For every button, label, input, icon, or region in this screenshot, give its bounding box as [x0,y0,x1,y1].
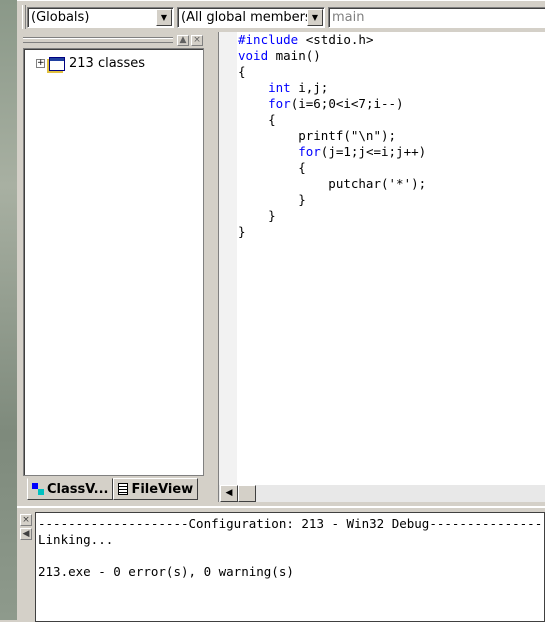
build-output[interactable]: --------------------Configuration: 213 -… [35,512,545,622]
keyword: for [268,96,291,111]
keyword: #include [238,32,299,47]
code-text: putchar('*'); [238,176,427,191]
expand-icon[interactable]: + [36,59,45,68]
tab-fileview[interactable]: FileView [113,478,199,500]
code-line: for(j=1;j<=i;j++) [238,144,426,160]
code-text: } [238,208,276,223]
code-line: #include <stdio.h> [238,32,426,48]
close-icon[interactable]: × [191,35,203,46]
selection-margin [219,32,237,486]
output-line: Linking... [38,532,114,547]
code-line: printf("\n"); [238,128,426,144]
class-scope-value: (Globals) [31,10,90,25]
tree-item-classes[interactable]: + 213 classes [36,56,145,71]
class-scope-combo[interactable]: (Globals) ▼ [27,7,174,28]
code-text: } [238,192,306,207]
class-tree: + 213 classes [23,48,204,476]
keyword: int [268,80,291,95]
code-text: <stdio.h> [298,32,374,47]
function-value: main [332,10,365,25]
close-icon[interactable]: × [20,514,32,526]
desktop-background [0,0,17,620]
code-line: { [238,160,426,176]
code-text: } [238,224,246,239]
code-text: { [238,160,306,175]
code-text: (j=1;j<=i;j++) [320,144,427,159]
source-code[interactable]: #include <stdio.h> void main(){ int i,j; … [238,32,426,240]
keyword: for [298,144,321,159]
code-text: { [238,64,246,79]
scroll-left-icon[interactable]: ◀ [20,528,32,540]
code-line: { [238,112,426,128]
tab-label: FileView [131,481,194,497]
output-line: --------------------Configuration: 213 -… [38,516,545,531]
chevron-down-icon[interactable]: ▼ [307,9,323,26]
code-line: } [238,208,426,224]
tab-label: ClassV... [47,481,109,497]
code-text: (i=6;0<i<7;i--) [290,96,404,111]
file-icon [118,483,129,495]
code-line: { [238,64,426,80]
code-text: i,j; [290,80,329,95]
classes-icon [49,56,65,71]
code-line: void main() [238,48,426,64]
function-combo[interactable]: main [328,7,545,28]
classview-icon [32,483,44,495]
output-pane: × ◀ --------------------Configuration: 2… [17,506,545,622]
chevron-down-icon[interactable]: ▼ [156,9,172,26]
wizardbar-toolbar: (Globals) ▼ (All global members ▼ main [17,0,545,32]
output-line: 213.exe - 0 error(s), 0 warning(s) [38,564,294,579]
pane-grip[interactable] [23,37,173,43]
code-text: main() [268,48,321,63]
keyword: void [238,48,269,63]
toolbar-grip[interactable] [22,5,26,29]
maximize-icon[interactable]: ▲ [177,35,189,46]
code-line: putchar('*'); [238,176,426,192]
code-line: } [238,192,426,208]
tab-classview[interactable]: ClassV... [27,478,114,500]
workspace-pane: ▲ × + 213 classes ClassV... FileView [17,32,210,504]
code-text: { [238,112,276,127]
code-editor[interactable]: #include <stdio.h> void main(){ int i,j; … [218,32,545,502]
code-line: } [238,224,426,240]
code-line: for(i=6;0<i<7;i--) [238,96,426,112]
horizontal-scrollbar[interactable]: ◀ [219,485,545,502]
tree-item-label: 213 classes [69,56,145,71]
members-filter-combo[interactable]: (All global members ▼ [177,7,325,28]
code-text: printf("\n"); [238,128,397,143]
scroll-thumb[interactable] [238,485,256,502]
code-line: int i,j; [238,80,426,96]
members-filter-value: (All global members [181,10,312,25]
scroll-left-icon[interactable]: ◀ [220,485,238,502]
